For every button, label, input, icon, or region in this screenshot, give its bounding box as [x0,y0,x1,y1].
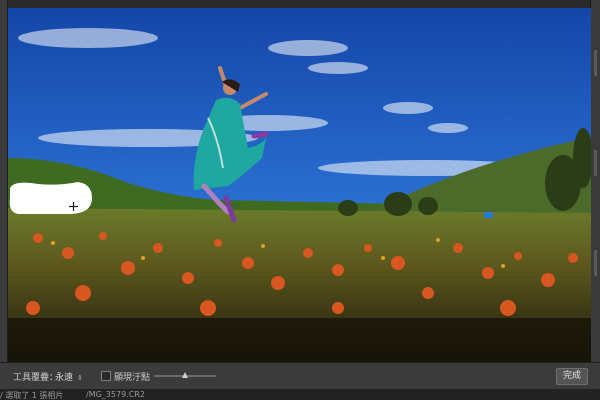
right-panel-toggle[interactable] [590,0,600,362]
chevron-updown-icon: ⇕ [77,374,83,382]
done-button[interactable]: 完成 [556,368,588,385]
panel-grip [594,50,597,76]
left-panel-toggle[interactable] [0,0,8,362]
panel-grip [594,250,597,276]
show-spots-checkbox[interactable] [101,371,111,381]
crosshair-icon [69,202,78,211]
show-spots-label: 顯現汙點 [114,373,151,383]
slider-thumb[interactable] [182,372,188,378]
editor-window: 工具覆疊： 永遠 ⇕ 顯現汙點 完成 / 選取了 1 張相片 /MG_3579.C… [0,0,600,400]
tool-overlay-toolbar: 工具覆疊： 永遠 ⇕ 顯現汙點 完成 [0,362,600,389]
tool-overlay-label: 工具覆疊： [13,373,59,383]
tool-overlay-value: 永遠 [55,373,74,383]
photo-canvas[interactable] [8,8,591,362]
tool-overlay-select[interactable]: 永遠 ⇕ [55,370,83,383]
selection-count: / 選取了 1 張相片 [0,391,64,400]
panel-grip [594,150,597,176]
file-name[interactable]: /MG_3579.CR2 [86,390,145,399]
top-panel-edge [7,0,591,8]
photo-image [8,8,591,362]
filmstrip-info-bar: / 選取了 1 張相片 /MG_3579.CR2 [0,389,600,400]
